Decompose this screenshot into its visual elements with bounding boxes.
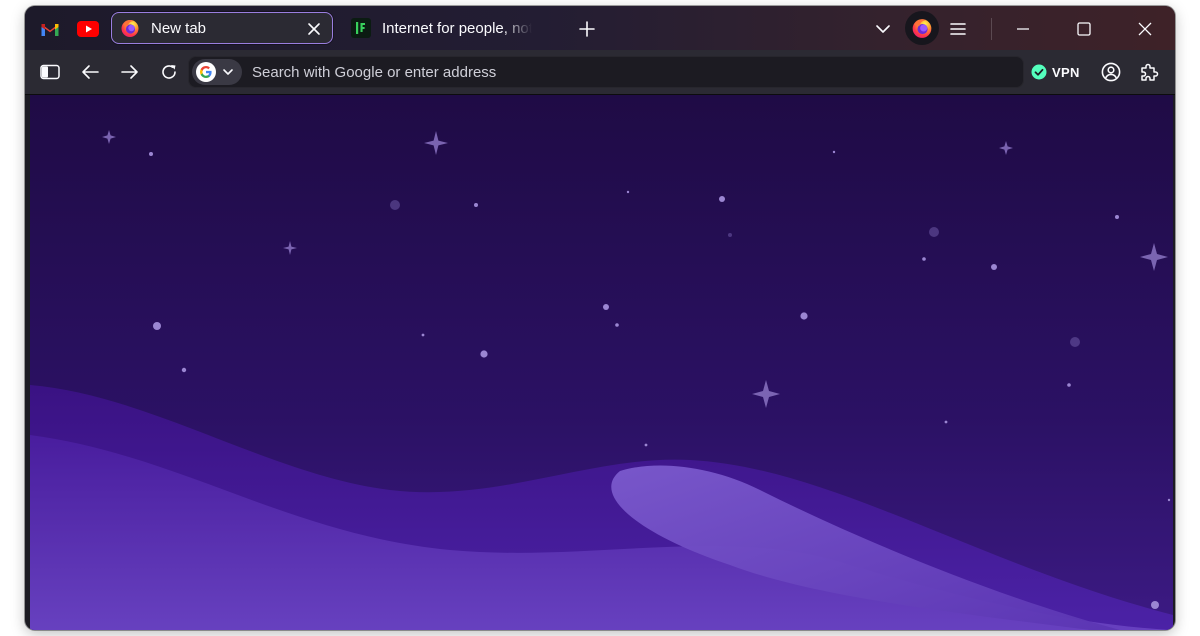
sidebar-icon — [40, 64, 60, 80]
address-bar — [188, 56, 1024, 88]
star — [390, 200, 400, 210]
star — [922, 257, 926, 261]
arrow-right-icon — [121, 65, 138, 79]
star — [1167, 498, 1171, 502]
star — [728, 233, 732, 237]
sparkle-star — [999, 141, 1013, 155]
star — [474, 203, 478, 207]
url-input[interactable] — [248, 56, 1016, 88]
maximize-button[interactable] — [1068, 13, 1100, 45]
close-tab-button[interactable] — [304, 19, 324, 39]
star — [1067, 383, 1071, 387]
search-engine-button[interactable] — [192, 59, 242, 85]
sparkle-star — [424, 131, 448, 155]
minimize-icon — [1017, 28, 1029, 30]
faint-stars — [390, 200, 1080, 347]
new-tab-button[interactable] — [571, 13, 603, 45]
star — [615, 323, 619, 327]
close-window-button[interactable] — [1129, 13, 1161, 45]
sparkle-star — [283, 241, 297, 255]
arrow-left-icon — [82, 65, 99, 79]
chevron-down-icon — [223, 69, 233, 75]
star — [149, 152, 153, 156]
list-all-tabs-button[interactable] — [867, 13, 899, 45]
star — [800, 312, 808, 320]
google-icon — [196, 62, 216, 82]
sidebar-toggle-button[interactable] — [34, 56, 66, 88]
star — [644, 443, 648, 447]
pinned-tab-gmail[interactable] — [35, 14, 65, 44]
star — [991, 264, 997, 270]
forward-button[interactable] — [114, 56, 146, 88]
tab-mozilla[interactable]: Internet for people, not profit — [343, 12, 539, 44]
star — [929, 227, 939, 237]
close-icon — [1138, 22, 1152, 36]
browser-window: New tab Internet for people, not profit — [25, 6, 1175, 630]
night-sky-wallpaper — [30, 130, 1173, 630]
youtube-icon — [77, 21, 99, 37]
app-menu-button[interactable] — [942, 13, 974, 45]
star — [1151, 601, 1159, 609]
star — [480, 350, 488, 358]
firefox-icon — [120, 18, 140, 38]
tab-title: New tab — [151, 19, 207, 37]
minimize-button[interactable] — [1007, 13, 1039, 45]
puzzle-piece-icon — [1141, 63, 1159, 81]
back-button[interactable] — [74, 56, 106, 88]
star — [719, 196, 725, 202]
star — [153, 322, 161, 330]
tab-strip: New tab Internet for people, not profit — [25, 6, 1175, 50]
vpn-label: VPN — [1052, 64, 1080, 80]
firefox-view-button[interactable] — [905, 11, 939, 45]
maximize-icon — [1077, 22, 1091, 36]
chevron-down-icon — [876, 25, 890, 33]
navigation-toolbar: VPN — [25, 50, 1175, 95]
extensions-button[interactable] — [1133, 56, 1165, 88]
sparkle-star — [752, 380, 780, 408]
sparkles — [102, 130, 1168, 408]
account-button[interactable] — [1095, 56, 1127, 88]
tab-title: Internet for people, not profit — [382, 19, 532, 37]
reload-button[interactable] — [153, 56, 185, 88]
tab-new-tab[interactable]: New tab — [111, 12, 333, 44]
toolbar-divider — [991, 18, 992, 40]
star — [181, 367, 187, 373]
new-tab-page — [30, 95, 1173, 630]
pinned-tab-youtube[interactable] — [73, 14, 103, 44]
star — [832, 150, 836, 154]
star — [1070, 337, 1080, 347]
star — [603, 304, 609, 310]
vpn-button[interactable]: VPN — [1031, 60, 1080, 84]
plus-icon — [579, 21, 595, 37]
sparkle-star — [102, 130, 116, 144]
vpn-shield-check-icon — [1031, 64, 1047, 80]
gmail-icon — [41, 24, 59, 36]
close-icon — [308, 23, 320, 35]
star — [1115, 215, 1119, 219]
star — [626, 190, 630, 194]
reload-icon — [162, 65, 176, 79]
firefox-icon — [912, 19, 932, 38]
account-icon — [1101, 62, 1121, 82]
hamburger-menu-icon — [950, 23, 966, 35]
sparkle-star — [1140, 243, 1168, 271]
star — [421, 333, 425, 337]
mozilla-icon — [351, 18, 371, 38]
star — [944, 420, 948, 424]
